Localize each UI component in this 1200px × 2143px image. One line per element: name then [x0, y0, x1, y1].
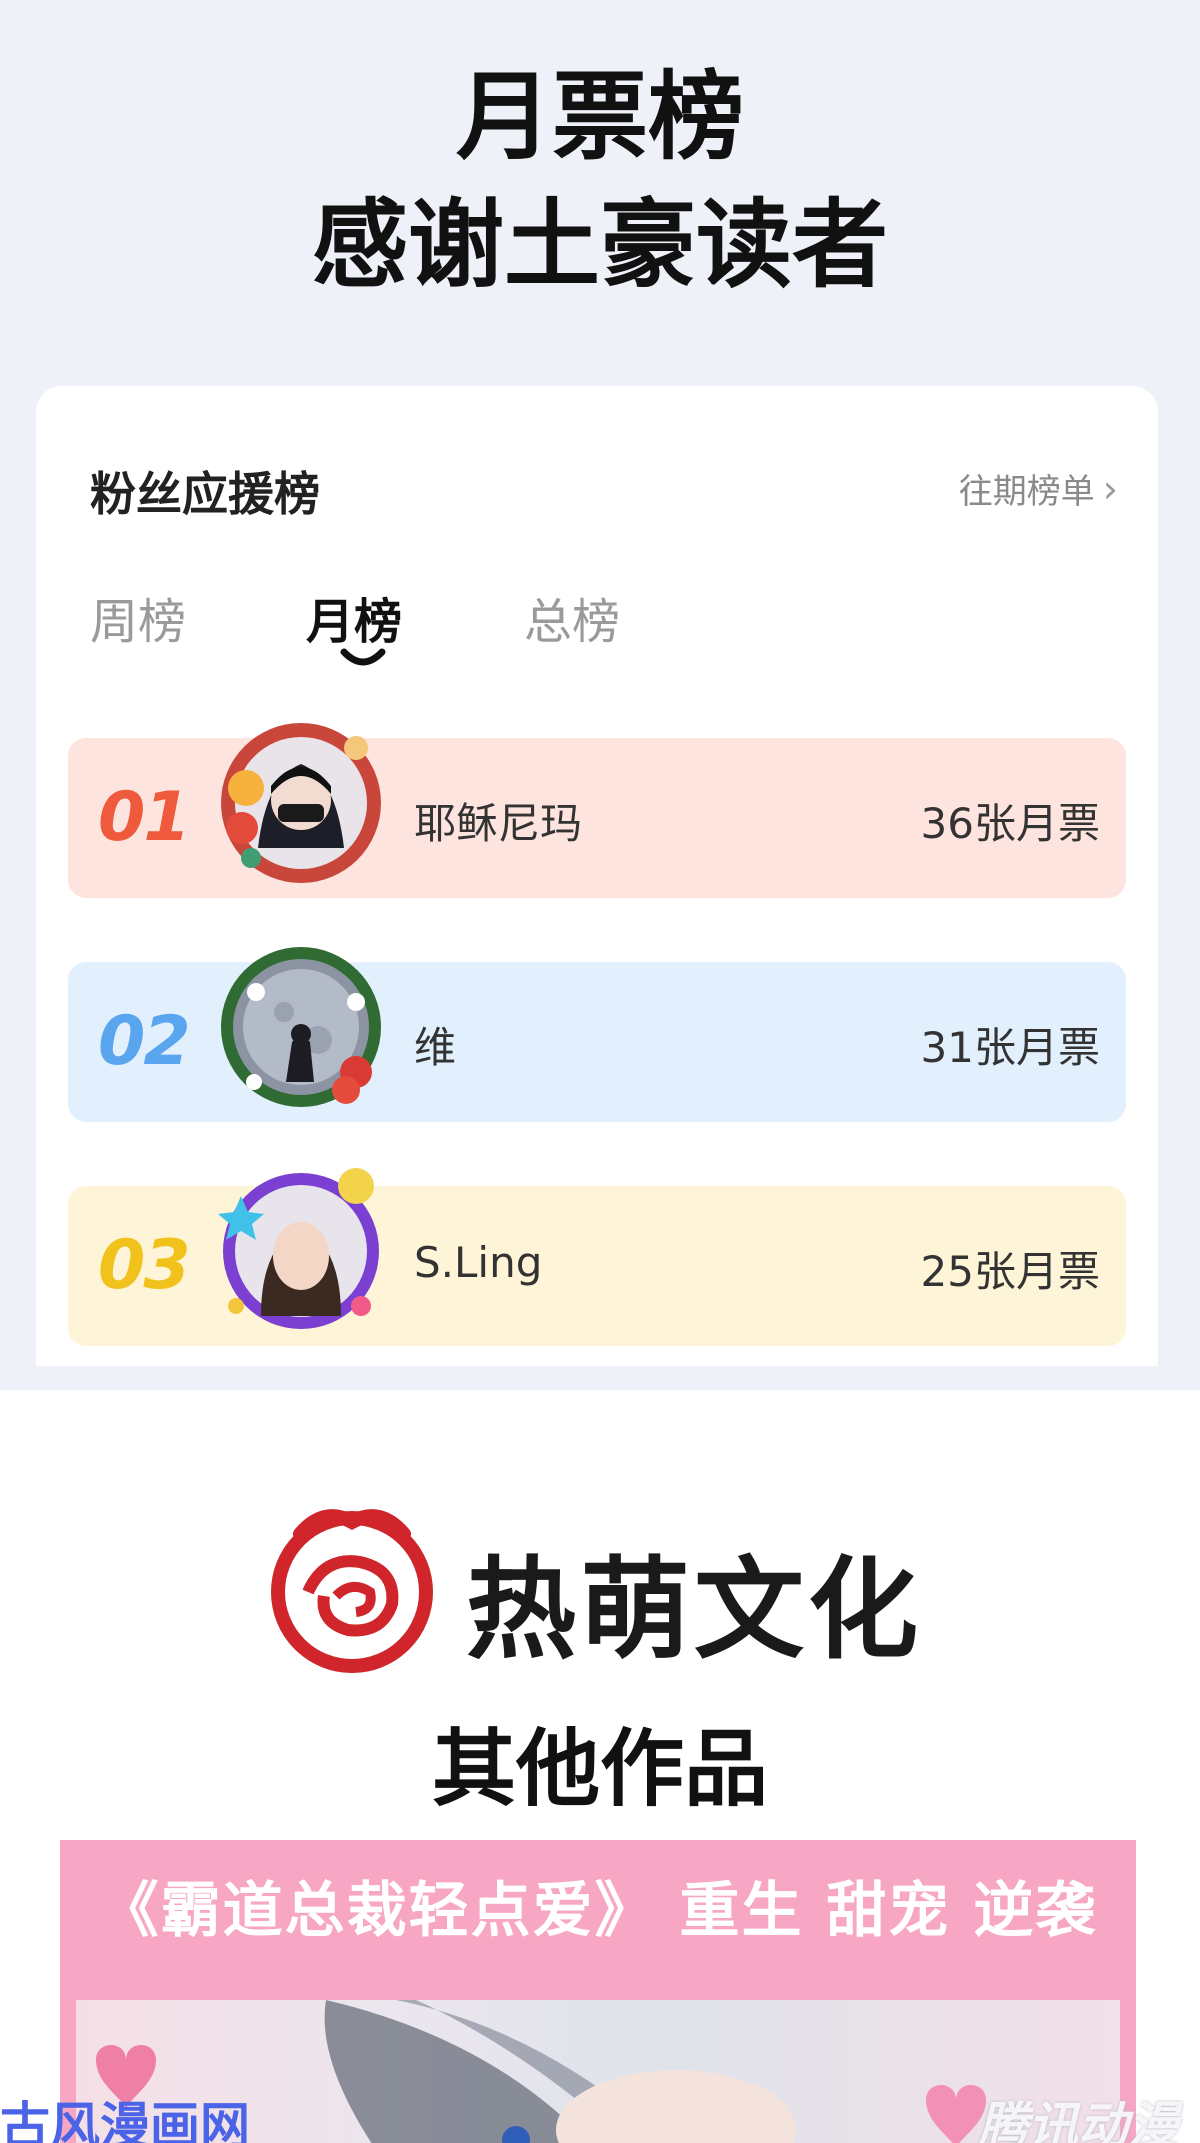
rank-number: 02	[98, 1002, 191, 1081]
rank-row-1[interactable]: 01 耶稣尼玛 36张月票	[68, 723, 1126, 898]
watermark-right: 腾讯动漫	[978, 2097, 1178, 2143]
fan-name: 维	[414, 1023, 457, 1072]
chevron-right-icon: ›	[1102, 466, 1118, 511]
avatar	[221, 723, 381, 883]
rank-row-2[interactable]: 02 维 31张月票	[68, 947, 1126, 1122]
headline-line2: 感谢土豪读者	[312, 189, 888, 301]
tab-week[interactable]: 周榜	[90, 582, 186, 652]
vote-count: 36张月票	[920, 799, 1100, 848]
rank-number: 03	[98, 1226, 191, 1305]
watermark-left: 古风漫画网	[0, 2097, 250, 2143]
fan-support-card: 粉丝应援榜 往期榜单 › 周榜 月榜 总榜 01 耶稣尼玛 36张月票 02 维…	[36, 386, 1158, 1366]
headline-line1: 月票榜	[456, 61, 744, 173]
tab-indicator-icon	[340, 648, 386, 666]
tab-total[interactable]: 总榜	[524, 582, 620, 652]
past-rankings-label: 往期榜单	[958, 472, 1095, 512]
card-title: 粉丝应援榜	[90, 467, 320, 521]
tab-month[interactable]: 月榜	[306, 582, 402, 652]
past-rankings-link[interactable]: 往期榜单 ›	[959, 464, 1118, 513]
vote-count: 31张月票	[920, 1023, 1100, 1072]
rank-row-3[interactable]: 03 S.Ling 25张月票	[68, 1168, 1126, 1346]
ranking-tabs: 周榜 月榜 总榜	[90, 582, 790, 666]
fan-name: S.Ling	[414, 1238, 543, 1287]
vote-count: 25张月票	[920, 1247, 1100, 1296]
rank-number: 01	[98, 778, 191, 857]
brand-logo-area: 热萌文化	[0, 1500, 1200, 1700]
avatar	[218, 1168, 379, 1329]
avatar	[221, 947, 381, 1107]
brand-name: 热萌文化	[466, 1546, 922, 1674]
brand-rose-logo-icon	[271, 1509, 433, 1673]
fan-name: 耶稣尼玛	[414, 799, 583, 848]
promo-title: 《霸道总裁轻点爱》 重生 甜宠 逆袭	[98, 1876, 1098, 1946]
top-section: 月票榜 感谢土豪读者 粉丝应援榜 往期榜单 › 周榜 月榜 总榜 01 耶稣尼玛…	[0, 0, 1200, 1390]
other-works-title: 其他作品	[431, 1720, 768, 1818]
